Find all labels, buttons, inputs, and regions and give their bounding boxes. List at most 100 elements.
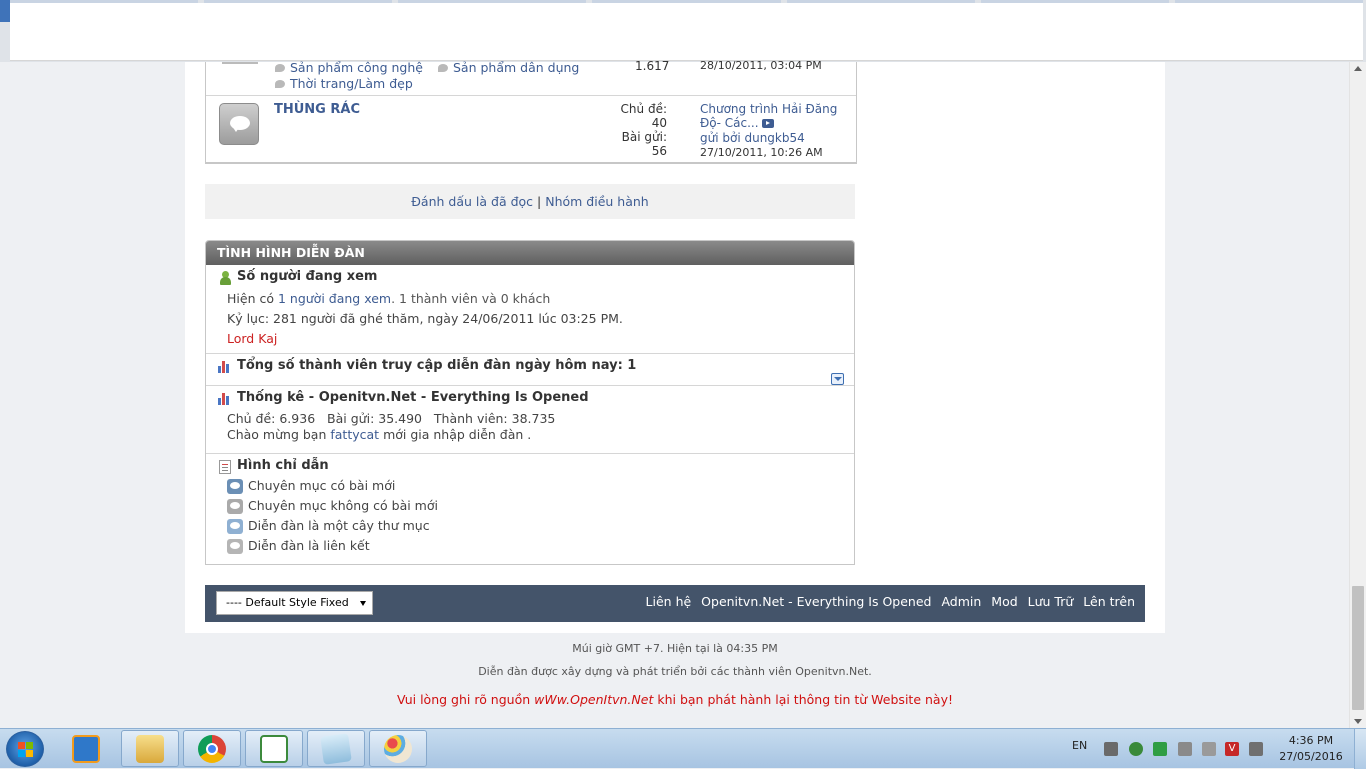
forum-row-trash: THÙNG RÁC Chủ đề: 40 Bài gửi: 56 Chương … bbox=[206, 97, 856, 162]
footer-link-admin[interactable]: Admin bbox=[941, 594, 981, 609]
go-to-last-post-icon[interactable] bbox=[762, 119, 775, 128]
last-post-date: 27/10/2011, 10:26 AM bbox=[700, 146, 823, 159]
notepad-icon bbox=[320, 732, 352, 765]
legend-item: Chuyên mục có bài mới bbox=[227, 478, 395, 494]
show-desktop-button[interactable] bbox=[1354, 729, 1366, 769]
subforum-link[interactable]: Sản phẩm dân dụng bbox=[438, 60, 579, 75]
moderators-link[interactable]: Nhóm điều hành bbox=[545, 194, 649, 209]
antivirus-icon[interactable]: V bbox=[1225, 742, 1239, 756]
network-globe-icon[interactable] bbox=[1129, 742, 1143, 756]
user-icon bbox=[219, 271, 231, 285]
legend-item: Diễn đàn là liên kết bbox=[227, 538, 370, 554]
source-site-link[interactable]: wWw.OpenItvn.Net bbox=[534, 692, 653, 707]
link-forum-icon bbox=[227, 539, 243, 554]
chrome-icon bbox=[198, 734, 226, 763]
no-new-posts-icon bbox=[227, 499, 243, 514]
start-button[interactable] bbox=[6, 731, 44, 767]
document-icon bbox=[219, 460, 231, 474]
legend-title: Hình chỉ dẫn bbox=[237, 458, 329, 473]
taskbar-paint[interactable] bbox=[369, 730, 427, 767]
blank-header-area bbox=[10, 3, 1363, 61]
forum-actions-bar: Đánh dấu là đã đọc | Nhóm điều hành bbox=[205, 184, 855, 219]
threads-value: 40 bbox=[651, 116, 667, 130]
forum-title-trash[interactable]: THÙNG RÁC bbox=[274, 102, 360, 117]
viewers-title: Số người đang xem bbox=[237, 269, 378, 284]
system-clock[interactable]: 4:36 PM 27/05/2016 bbox=[1276, 733, 1346, 765]
media-player-icon bbox=[72, 734, 100, 763]
forum-no-new-posts-icon bbox=[219, 103, 259, 145]
monitor-error-icon[interactable] bbox=[1178, 742, 1192, 756]
footer-link-home[interactable]: Openitvn.Net - Everything Is Opened bbox=[701, 594, 931, 609]
subforum-bullet-icon bbox=[275, 64, 285, 72]
footer-link-top[interactable]: Lên trên bbox=[1083, 594, 1135, 609]
taskbar: EN V 4:36 PM 27/05/2016 bbox=[0, 728, 1366, 769]
forum-status-icon bbox=[222, 62, 258, 64]
footer-link-archive[interactable]: Lưu Trữ bbox=[1028, 594, 1074, 609]
panel-header: TÌNH HÌNH DIỄN ĐÀN bbox=[206, 241, 854, 265]
footer-links: Liên hệ Openitvn.Net - Everything Is Ope… bbox=[640, 585, 1135, 619]
browser-top-area bbox=[0, 0, 1366, 62]
posts-value: 56 bbox=[651, 144, 667, 158]
legend-block: Hình chỉ dẫn Chuyên mục có bài mới Chuyê… bbox=[206, 454, 854, 564]
posts-label: Bài gửi: bbox=[621, 130, 667, 144]
new-posts-icon bbox=[227, 479, 243, 494]
last-post-date: 28/10/2011, 03:04 PM bbox=[700, 59, 822, 72]
collapse-icon[interactable] bbox=[831, 373, 844, 385]
clock-time: 4:36 PM bbox=[1288, 734, 1334, 747]
stats-block: Thống kê - Openitvn.Net - Everything Is … bbox=[206, 386, 854, 454]
windows-logo-icon bbox=[18, 742, 34, 757]
chevron-down-icon bbox=[360, 601, 366, 606]
footer-bar: ---- Default Style Fixed Liên hệ Openitv… bbox=[205, 585, 1145, 622]
forum-list: Sản phẩm công nghệ Sản phẩm dân dụng Thờ… bbox=[205, 59, 857, 164]
threads-label: Chủ đề: bbox=[620, 102, 667, 116]
record-line: Kỷ lục: 281 người đã ghé thăm, ngày 24/0… bbox=[227, 311, 623, 326]
forum-tree-icon bbox=[227, 519, 243, 534]
posts-count: 1.617 bbox=[635, 59, 670, 73]
scroll-down-icon[interactable] bbox=[1354, 719, 1362, 724]
footer-link-mod[interactable]: Mod bbox=[991, 594, 1017, 609]
chart-editor-icon bbox=[260, 734, 288, 763]
taskbar-media-player[interactable] bbox=[60, 730, 112, 767]
taskbar-editor[interactable] bbox=[245, 730, 303, 767]
clock-date: 27/05/2016 bbox=[1279, 750, 1343, 763]
separator: | bbox=[537, 194, 542, 209]
scroll-thumb[interactable] bbox=[1352, 586, 1364, 710]
viewers-block: Số người đang xem Hiện có 1 người đang x… bbox=[206, 265, 854, 354]
footer-link-contact[interactable]: Liên hệ bbox=[646, 594, 692, 609]
source-notice: Vui lòng ghi rõ nguồn wWw.OpenItvn.Net k… bbox=[397, 692, 953, 707]
legend-item: Diễn đàn là một cây thư mục bbox=[227, 518, 430, 534]
last-thread-link[interactable]: Chương trình Hải Đăng Độ- Các... bbox=[700, 102, 840, 130]
stats-line: Chủ đề: 6.936 Bài gửi: 35.490 Thành viên… bbox=[227, 411, 556, 426]
built-by-text: Diễn đàn được xây dựng và phát triển bởi… bbox=[478, 665, 872, 678]
today-title: Tổng số thành viên truy cập diễn đàn ngà… bbox=[237, 358, 637, 373]
last-post-author: gửi bởi dungkb54 bbox=[700, 131, 805, 145]
style-select[interactable]: ---- Default Style Fixed bbox=[216, 591, 373, 615]
subforum-link[interactable]: Sản phẩm công nghệ bbox=[275, 60, 423, 75]
device-icon[interactable] bbox=[1202, 742, 1216, 756]
viewers-line: Hiện có 1 người đang xem. 1 thành viên v… bbox=[227, 291, 551, 306]
timezone-text: Múi giờ GMT +7. Hiện tại là 04:35 PM bbox=[572, 642, 778, 655]
taskbar-chrome[interactable] bbox=[183, 730, 241, 767]
language-indicator[interactable]: EN bbox=[1072, 739, 1087, 752]
taskbar-notepad[interactable] bbox=[307, 730, 365, 767]
chart-icon bbox=[218, 360, 232, 373]
download-arrow-icon[interactable] bbox=[1153, 742, 1167, 756]
subforum-bullet-icon bbox=[438, 64, 448, 72]
vertical-scrollbar[interactable] bbox=[1349, 62, 1366, 728]
mark-read-link[interactable]: Đánh dấu là đã đọc bbox=[411, 194, 533, 209]
subforum-link[interactable]: Thời trang/Làm đẹp bbox=[275, 76, 413, 91]
welcome-line: Chào mừng bạn fattycat mới gia nhập diễn… bbox=[227, 427, 532, 442]
taskbar-explorer[interactable] bbox=[121, 730, 179, 767]
subforum-bullet-icon bbox=[275, 80, 285, 88]
scroll-up-icon[interactable] bbox=[1354, 66, 1362, 71]
online-user-link[interactable]: Lord Kaj bbox=[227, 331, 277, 346]
forum-status-panel: TÌNH HÌNH DIỄN ĐÀN Số người đang xem Hiệ… bbox=[205, 240, 855, 565]
viewers-link[interactable]: 1 người đang xem bbox=[278, 291, 391, 306]
today-block: Tổng số thành viên truy cập diễn đàn ngà… bbox=[206, 354, 854, 386]
new-member-link[interactable]: fattycat bbox=[330, 427, 379, 442]
volume-icon[interactable] bbox=[1249, 742, 1263, 756]
stats-title: Thống kê - Openitvn.Net - Everything Is … bbox=[237, 390, 589, 405]
speaker-icon[interactable] bbox=[1104, 742, 1118, 756]
forum-row-partial: Sản phẩm công nghệ Sản phẩm dân dụng Thờ… bbox=[206, 59, 856, 96]
legend-item: Chuyên mục không có bài mới bbox=[227, 498, 438, 514]
